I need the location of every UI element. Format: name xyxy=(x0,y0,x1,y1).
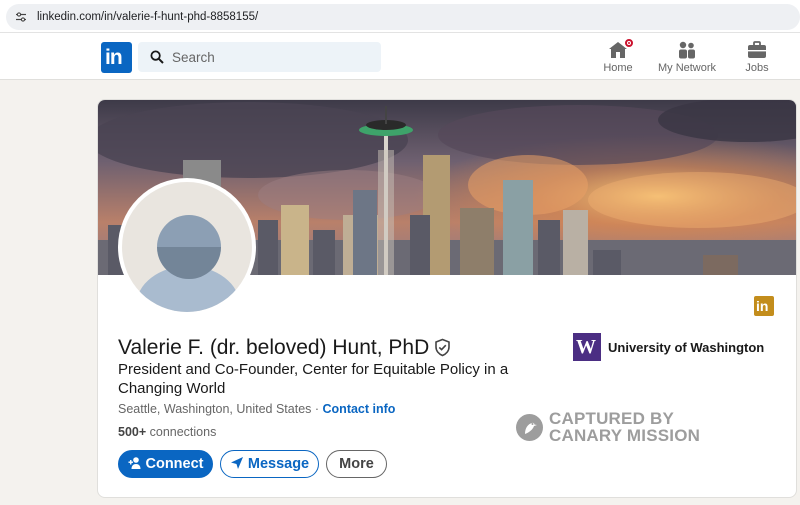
notification-badge xyxy=(623,37,635,49)
profile-location-line: Seattle, Washington, United States · Con… xyxy=(118,402,395,417)
profile-location: Seattle, Washington, United States xyxy=(118,402,312,416)
top-nav: in Search Home My Network Jobs xyxy=(0,33,800,80)
profile-name: Valerie F. (dr. beloved) Hunt, PhD xyxy=(118,336,430,359)
university-logo[interactable]: W xyxy=(573,333,601,361)
education-name[interactable]: University of Washington xyxy=(608,340,764,355)
my-network-icon xyxy=(679,41,695,59)
message-button-label: Message xyxy=(247,456,310,472)
watermark-line-2: CANARY MISSION xyxy=(549,426,701,445)
profile-headline: President and Co-Founder, Center for Equ… xyxy=(118,361,509,397)
send-icon xyxy=(230,457,243,469)
message-button[interactable]: Message xyxy=(220,450,319,478)
search-placeholder: Search xyxy=(172,50,215,65)
nav-item-home[interactable]: Home xyxy=(583,37,653,76)
site-settings-icon[interactable] xyxy=(15,11,27,23)
premium-linkedin-icon[interactable]: in xyxy=(754,296,774,316)
address-field[interactable]: linkedin.com/in/valerie-f-hunt-phd-88581… xyxy=(6,4,800,30)
connections-count[interactable]: 500+ connections xyxy=(118,425,216,440)
more-button[interactable]: More xyxy=(326,450,387,478)
profile-photo-frame[interactable] xyxy=(118,178,256,316)
browser-address-bar: linkedin.com/in/valerie-f-hunt-phd-88581… xyxy=(0,0,800,33)
canary-mission-icon xyxy=(516,414,543,441)
search-input[interactable]: Search xyxy=(138,42,381,72)
nav-item-jobs[interactable]: Jobs xyxy=(722,38,792,76)
location-separator: · xyxy=(311,402,323,416)
canary-bird-icon xyxy=(525,422,537,434)
nav-item-jobs-label: Jobs xyxy=(745,62,769,74)
watermark-line-1: CAPTURED BY xyxy=(549,409,674,428)
captured-by-watermark: CAPTURED BY CANARY MISSION xyxy=(549,410,700,444)
connect-button-label: Connect xyxy=(145,456,204,472)
verified-shield-icon[interactable] xyxy=(433,338,452,357)
connect-button[interactable]: Connect xyxy=(118,450,213,478)
nav-item-my-network[interactable]: My Network xyxy=(652,38,722,76)
university-logo-text: W xyxy=(576,336,596,358)
linkedin-logo[interactable]: in xyxy=(101,42,132,73)
more-button-label: More xyxy=(339,456,374,472)
linkedin-logo-text: in xyxy=(105,46,123,69)
add-person-icon xyxy=(128,457,140,469)
premium-icon-text: in xyxy=(756,298,769,314)
search-icon xyxy=(150,50,164,64)
contact-info-link[interactable]: Contact info xyxy=(323,402,396,416)
avatar xyxy=(122,182,252,312)
address-url[interactable]: linkedin.com/in/valerie-f-hunt-phd-88581… xyxy=(37,10,258,24)
nav-item-home-label: Home xyxy=(603,62,633,74)
jobs-icon xyxy=(748,41,766,58)
connections-number: 500+ xyxy=(118,425,147,439)
connections-label: connections xyxy=(146,425,217,439)
nav-item-my-network-label: My Network xyxy=(657,62,717,74)
